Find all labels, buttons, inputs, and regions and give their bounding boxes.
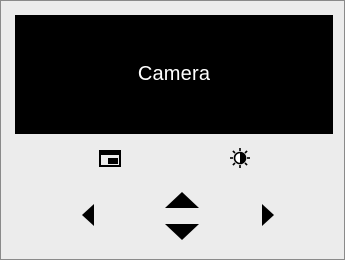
brightness-button[interactable] (229, 147, 251, 169)
arrow-right-icon (262, 204, 274, 226)
camera-label: Camera (137, 63, 211, 85)
tilt-down-button[interactable] (164, 223, 200, 241)
arrow-left-icon (82, 204, 94, 226)
brightness-contrast-icon (230, 148, 250, 168)
camera-view[interactable]: Camera (15, 15, 333, 134)
arrow-down-icon (165, 224, 199, 240)
camera-control-panel: Camera (0, 0, 345, 260)
tilt-up-button[interactable] (164, 191, 200, 209)
pan-right-button[interactable] (261, 203, 275, 227)
pan-left-button[interactable] (81, 203, 95, 227)
fit-screen-button[interactable] (99, 150, 121, 168)
fit-screen-icon (99, 150, 121, 167)
arrow-up-icon (165, 192, 199, 208)
